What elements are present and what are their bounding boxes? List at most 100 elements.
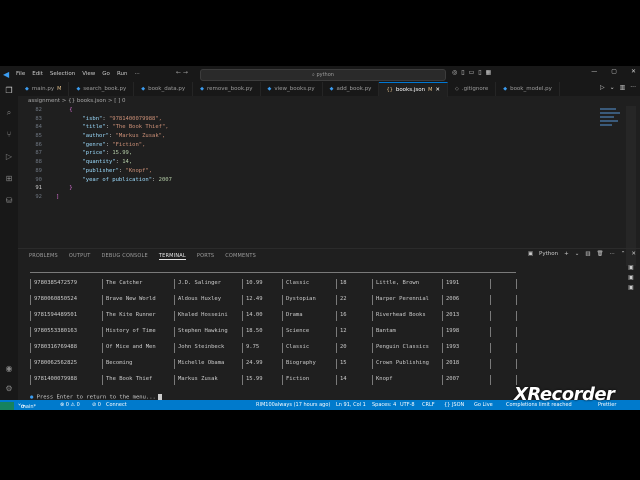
- copilot-icon[interactable]: ◎: [452, 69, 457, 76]
- menu-file[interactable]: File: [16, 71, 25, 77]
- table-cell-author: Michelle Obama: [178, 360, 225, 366]
- table-cell-isbn: 9780316769488: [34, 344, 78, 350]
- split-editor-icon[interactable]: ▥: [620, 84, 626, 91]
- code-editor[interactable]: 82 83 84 85 86 87 88 89 90 91 92 { "isbn": "978140…: [18, 106, 598, 206]
- minimap[interactable]: [600, 106, 624, 136]
- python-file-icon: ◆: [329, 86, 334, 92]
- tab-label: books.json: [395, 87, 426, 93]
- account-icon[interactable]: ◉: [4, 364, 14, 374]
- extensions-icon[interactable]: ⊞: [4, 174, 14, 184]
- tab-main-py[interactable]: ◆ main.py M: [18, 82, 70, 96]
- cursor-position[interactable]: Ln 91, Col 1: [336, 402, 366, 408]
- maximize-panel-icon[interactable]: ⌃: [621, 251, 626, 257]
- line-ending[interactable]: CRLF: [422, 402, 435, 408]
- column-separator: [102, 295, 103, 305]
- tab-search-book[interactable]: ◆ search_book.py: [69, 82, 135, 96]
- nav-back-forward[interactable]: ← →: [176, 69, 188, 76]
- tab-remove-book[interactable]: ◆ remove_book.py: [193, 82, 261, 96]
- run-icon[interactable]: ▷: [600, 84, 605, 91]
- code-colon: :: [152, 176, 159, 183]
- terminal-instance-icon[interactable]: ▣: [624, 284, 638, 294]
- terminal-profile-label[interactable]: Python: [539, 251, 558, 257]
- remote-indicator-icon[interactable]: [0, 402, 14, 410]
- tab-books-json[interactable]: {} books.json M ✕: [379, 82, 449, 97]
- menu-view[interactable]: View: [82, 71, 95, 77]
- close-icon[interactable]: ✕: [631, 68, 636, 75]
- terminal-instance-icon[interactable]: ▣: [624, 274, 638, 284]
- search-icon[interactable]: ⌕: [4, 108, 14, 118]
- title-bar: ◀ File Edit Selection View Go Run ··· ← …: [0, 66, 640, 82]
- settings-gear-icon[interactable]: ⚙: [4, 384, 14, 394]
- database-icon[interactable]: ⛁: [4, 196, 14, 206]
- trash-icon[interactable]: 🗑: [597, 251, 604, 257]
- close-panel-icon[interactable]: ✕: [631, 251, 636, 257]
- more-actions-icon[interactable]: ···: [630, 84, 636, 91]
- column-separator: [30, 359, 31, 369]
- more-actions-icon[interactable]: ···: [610, 251, 615, 257]
- chevron-down-icon[interactable]: ⌄: [610, 84, 615, 91]
- source-control-icon[interactable]: ⑂: [4, 130, 14, 140]
- menu-more-icon[interactable]: ···: [134, 71, 139, 77]
- tab-label: search_book.py: [83, 86, 127, 92]
- editor-scrollbar[interactable]: [626, 106, 636, 266]
- menu-selection[interactable]: Selection: [50, 71, 75, 77]
- problems-indicator[interactable]: ⊗ 0 ⚠ 0: [60, 402, 80, 408]
- tab-gitignore[interactable]: ◇ .gitignore: [448, 82, 497, 96]
- indentation[interactable]: Spaces: 4: [372, 402, 396, 408]
- customize-layout-icon[interactable]: ▦: [486, 69, 492, 76]
- tab-view-books[interactable]: ◆ view_books.py: [261, 82, 323, 96]
- column-separator: [336, 279, 337, 289]
- column-separator: [242, 295, 243, 305]
- table-cell-price: 12.49: [246, 296, 263, 302]
- tab-debug-console[interactable]: DEBUG CONSOLE: [101, 253, 147, 259]
- tab-ports[interactable]: PORTS: [197, 253, 214, 259]
- go-live-button[interactable]: Go Live: [474, 402, 493, 408]
- column-separator: [174, 327, 175, 337]
- git-file-icon: ◇: [455, 86, 459, 92]
- run-debug-icon[interactable]: ▷: [4, 152, 14, 162]
- layout-icon[interactable]: ▯: [461, 69, 464, 76]
- language-mode[interactable]: {} JSON: [444, 402, 464, 408]
- connect-button[interactable]: Connect: [106, 402, 127, 408]
- git-blame[interactable]: RIM100always (17 hours ago): [256, 402, 330, 408]
- chevron-down-icon[interactable]: ⌄: [575, 251, 580, 257]
- menu-go[interactable]: Go: [102, 71, 110, 77]
- command-center-search[interactable]: ⌕ python: [200, 69, 446, 81]
- tab-output[interactable]: OUTPUT: [69, 253, 91, 259]
- column-separator: [174, 375, 175, 385]
- encoding[interactable]: UTF-8: [400, 402, 415, 408]
- column-separator: [242, 279, 243, 289]
- maximize-icon[interactable]: ▢: [611, 68, 617, 75]
- line-number-gutter: 82 83 84 85 86 87 88 89 90 91 92: [18, 106, 42, 202]
- tab-book-data[interactable]: ◆ book_data.py: [134, 82, 194, 96]
- minimize-icon[interactable]: —: [591, 68, 597, 75]
- branch-indicator[interactable]: ⑂ main* ⟳: [18, 402, 36, 410]
- terminal-instance-icon[interactable]: ▣: [624, 264, 638, 274]
- code-line: "title": "The Book Thief",: [56, 123, 172, 132]
- ports-indicator[interactable]: ⊘ 0: [92, 402, 101, 408]
- table-cell-title: Becoming: [106, 360, 133, 366]
- tab-modified-flag: M: [428, 87, 433, 93]
- column-separator: [102, 343, 103, 353]
- tab-close-icon[interactable]: ✕: [435, 87, 440, 93]
- sidebar-toggle-icon[interactable]: ▯: [478, 69, 481, 76]
- line-number: 91: [35, 185, 42, 192]
- tab-problems[interactable]: PROBLEMS: [29, 253, 58, 259]
- explorer-icon[interactable]: ❐: [4, 86, 14, 96]
- breadcrumb[interactable]: assignment > {} books.json > [ ] 0: [18, 96, 126, 106]
- column-separator: [490, 327, 491, 337]
- line-number: 84: [35, 124, 42, 131]
- column-separator: [174, 279, 175, 289]
- tab-add-book[interactable]: ◆ add_book.py: [323, 82, 380, 96]
- menu-edit[interactable]: Edit: [32, 71, 43, 77]
- tab-comments[interactable]: COMMENTS: [225, 253, 256, 259]
- new-terminal-icon[interactable]: +: [564, 251, 569, 257]
- tab-book-model[interactable]: ◆ book_model.py: [496, 82, 560, 96]
- panel-toggle-icon[interactable]: ▭: [469, 69, 475, 76]
- tab-terminal[interactable]: TERMINAL: [158, 253, 186, 260]
- menu-run[interactable]: Run: [117, 71, 128, 77]
- split-terminal-icon[interactable]: ▥: [585, 251, 590, 257]
- terminal-output[interactable]: ● Press Enter to return to the menu... 9…: [24, 266, 624, 401]
- column-separator: [174, 311, 175, 321]
